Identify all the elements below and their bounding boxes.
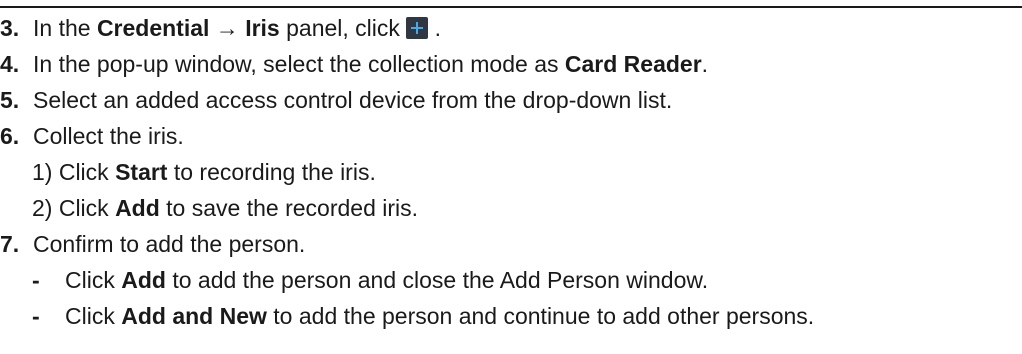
- step-text-bold: Card Reader: [564, 51, 702, 77]
- step-number: 6.: [0, 123, 20, 149]
- step-text: Confirm to add the person.: [33, 231, 306, 257]
- bullet-text: to add the person and close the Add Pers…: [165, 267, 709, 293]
- bullet-2: - Click Add and New to add the person and…: [0, 298, 1022, 334]
- substep-2: 2) Click Add to save the recorded iris.: [0, 190, 1022, 226]
- step-number: 7.: [0, 231, 20, 257]
- step-number: 4.: [0, 51, 20, 77]
- bullet-dash: -: [32, 267, 40, 293]
- step-number: 3.: [0, 15, 20, 41]
- bullet-text-bold: Add and New: [121, 303, 267, 329]
- step-text-bold: Credential → Iris: [96, 15, 280, 41]
- bullet-text: Click: [65, 303, 122, 329]
- step-text: Collect the iris.: [33, 123, 184, 149]
- substep-text: 2) Click: [32, 195, 116, 221]
- step-text: Select an added access control device fr…: [33, 87, 673, 113]
- substep-1: 1) Click Start to recording the iris.: [0, 154, 1022, 190]
- substep-text: to save the recorded iris.: [159, 195, 419, 221]
- step-text: In the: [33, 15, 97, 41]
- bullet-1: - Click Add to add the person and close t…: [0, 262, 1022, 298]
- substep-text: to recording the iris.: [167, 159, 376, 185]
- step-text: .: [428, 15, 442, 41]
- step-5: 5. Select an added access control device …: [0, 82, 1022, 118]
- bullet-text: to add the person and continue to add ot…: [266, 303, 815, 329]
- substep-text: 1) Click: [32, 159, 116, 185]
- step-7: 7. Confirm to add the person.: [0, 226, 1022, 262]
- step-6: 6. Collect the iris.: [0, 118, 1022, 154]
- step-number: 5.: [0, 87, 20, 113]
- substep-text-bold: Start: [115, 159, 168, 185]
- step-text: .: [701, 51, 709, 77]
- bullet-text-bold: Add: [121, 267, 166, 293]
- instructions: 3. In the Credential → Iris panel, click …: [0, 10, 1022, 334]
- substep-text-bold: Add: [115, 195, 160, 221]
- bullet-dash: -: [32, 303, 40, 329]
- plus-icon: [406, 17, 429, 39]
- step-text: In the pop-up window, select the collect…: [33, 51, 565, 77]
- bullet-text: Click: [65, 267, 122, 293]
- top-rule: [0, 6, 1022, 8]
- step-4: 4. In the pop-up window, select the colle…: [0, 46, 1022, 82]
- step-3: 3. In the Credential → Iris panel, click …: [0, 10, 1022, 46]
- step-text: panel, click: [279, 15, 407, 41]
